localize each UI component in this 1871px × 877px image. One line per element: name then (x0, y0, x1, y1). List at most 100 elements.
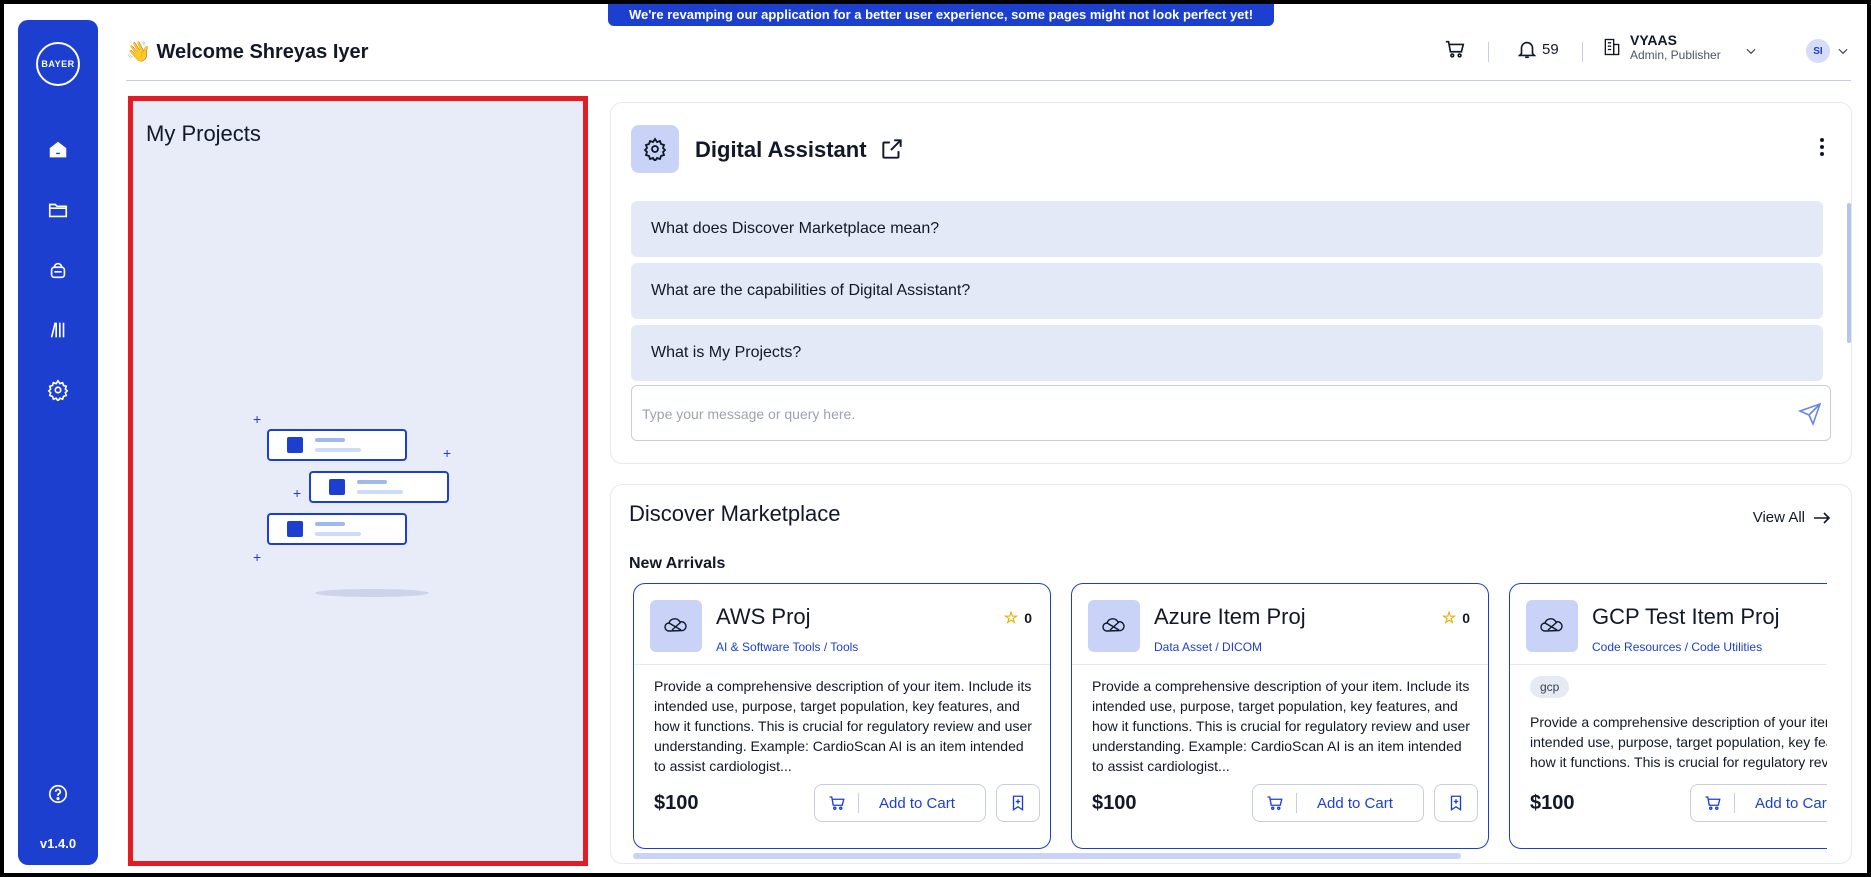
faq-scrollbar[interactable] (1847, 203, 1851, 343)
cloud-network-icon (1102, 618, 1125, 632)
folder-icon[interactable] (42, 194, 74, 226)
avatar[interactable]: SI (1806, 39, 1830, 63)
add-to-cart-button[interactable]: Add to Cart (814, 784, 986, 822)
external-link-icon[interactable] (879, 136, 905, 167)
product-price: $100 (1530, 792, 1575, 814)
faq-question[interactable]: What are the capabilities of Digital Ass… (631, 263, 1823, 319)
product-thumbnail (1526, 600, 1578, 652)
more-options-icon[interactable] (1819, 137, 1825, 162)
product-description: Provide a comprehensive description of y… (1092, 678, 1470, 774)
announcement-banner: We're revamping our application for a be… (608, 4, 1274, 26)
bookmark-plus-icon (1450, 795, 1462, 812)
app-frame: BAYER v1.4.0 We're revamping our applica… (4, 4, 1867, 873)
product-category: Code Resources / Code Utilities (1592, 640, 1763, 654)
cart-icon[interactable] (1444, 38, 1466, 65)
product-card[interactable]: Azure Item Proj Data Asset / DICOM ☆ 0 Pr… (1071, 583, 1489, 849)
add-to-cart-label: Add to Cart (1755, 794, 1827, 812)
product-category: Data Asset / DICOM (1154, 640, 1263, 654)
placeholder-card (309, 471, 449, 503)
star-icon: ☆ (1441, 610, 1457, 627)
my-projects-panel: My Projects + + + + (128, 96, 588, 866)
product-rating: ☆ 0 (1004, 608, 1032, 628)
product-thumbnail (1088, 600, 1140, 652)
my-projects-title: My Projects (146, 121, 261, 146)
notification-count: 59 (1542, 40, 1559, 58)
product-description: Provide a comprehensive description of y… (654, 678, 1032, 774)
card-divider (634, 664, 1050, 665)
star-icon: ☆ (1003, 610, 1019, 627)
app-version: v1.4.0 (39, 836, 77, 851)
placeholder-card (267, 429, 407, 461)
product-price: $100 (654, 792, 699, 814)
header-divider-line (126, 80, 1851, 81)
faq-question[interactable]: What does Discover Marketplace mean? (631, 201, 1823, 257)
bookmark-button[interactable] (996, 784, 1040, 822)
building-icon (1604, 38, 1620, 56)
plus-decoration: + (293, 485, 302, 501)
view-all-label: View All (1752, 509, 1805, 526)
add-to-cart-label: Add to Cart (1317, 794, 1393, 812)
bookmark-plus-icon (1012, 795, 1024, 812)
chevron-down-icon[interactable] (1744, 44, 1758, 63)
rating-value: 0 (1462, 610, 1470, 626)
product-thumbnail (650, 600, 702, 652)
logo-text: BAYER (41, 59, 75, 69)
header-divider (1488, 42, 1489, 62)
add-to-cart-label: Add to Cart (879, 794, 955, 812)
add-to-cart-button[interactable]: Add to Cart (1690, 784, 1827, 822)
plus-decoration: + (253, 549, 262, 565)
assistant-gear-icon (631, 125, 679, 173)
plus-decoration: + (253, 411, 262, 427)
product-carousel: AWS Proj AI & Software Tools / Tools ☆ 0 … (633, 583, 1827, 849)
product-name: Azure Item Proj (1154, 604, 1306, 629)
bookmark-button[interactable] (1434, 784, 1478, 822)
product-category: AI & Software Tools / Tools (716, 640, 859, 654)
library-icon[interactable] (42, 314, 74, 346)
bayer-logo[interactable]: BAYER (36, 42, 80, 86)
cart-plus-icon (815, 793, 859, 813)
empty-projects-illustration: + + + + (253, 411, 473, 611)
org-name: VYAAS (1630, 32, 1677, 48)
product-tag: gcp (1530, 676, 1570, 698)
arrow-right-icon (1814, 511, 1831, 524)
product-description: Provide a comprehensive description of y… (1530, 714, 1827, 770)
card-divider (1072, 664, 1488, 665)
carousel-scrollbar[interactable] (633, 853, 1461, 859)
product-card[interactable]: GCP Test Item Proj Code Resources / Code… (1509, 583, 1827, 849)
marketplace-panel: Discover Marketplace View All New Arriva… (610, 484, 1852, 864)
faq-question[interactable]: What is My Projects? (631, 325, 1823, 381)
bag-icon[interactable] (42, 254, 74, 286)
home-icon[interactable] (42, 134, 74, 166)
send-icon[interactable] (1797, 402, 1822, 431)
view-all-link[interactable]: View All (1753, 509, 1831, 526)
sidebar: BAYER v1.4.0 (18, 20, 98, 865)
chevron-down-icon[interactable] (1836, 44, 1850, 63)
card-divider (1510, 664, 1827, 665)
cart-plus-icon (1253, 793, 1297, 813)
plus-decoration: + (443, 445, 452, 461)
cart-plus-icon (1691, 793, 1735, 813)
org-role: Admin, Publisher (1630, 48, 1721, 62)
header-divider (1582, 42, 1583, 62)
product-card[interactable]: AWS Proj AI & Software Tools / Tools ☆ 0 … (633, 583, 1051, 849)
message-box (631, 385, 1831, 441)
product-name: AWS Proj (716, 604, 811, 629)
org-switcher[interactable]: VYAAS Admin, Publisher (1602, 32, 1721, 62)
section-heading: New Arrivals (629, 555, 726, 572)
cloud-network-icon (1540, 618, 1563, 632)
add-to-cart-button[interactable]: Add to Cart (1252, 784, 1424, 822)
product-name: GCP Test Item Proj (1592, 604, 1780, 629)
product-price: $100 (1092, 792, 1137, 814)
marketplace-title: Discover Marketplace (629, 501, 841, 526)
gear-icon[interactable] (42, 374, 74, 406)
notifications-button[interactable]: 59 (1516, 38, 1559, 60)
product-rating: ☆ 0 (1442, 608, 1470, 628)
help-icon[interactable] (42, 778, 74, 810)
placeholder-card (267, 513, 407, 545)
digital-assistant-panel: Digital Assistant What does Discover Mar… (610, 102, 1852, 464)
rating-value: 0 (1024, 610, 1032, 626)
welcome-heading: 👋 Welcome Shreyas Iyer (126, 41, 369, 63)
assistant-title: Digital Assistant (695, 137, 867, 162)
cloud-network-icon (664, 618, 687, 632)
message-input[interactable] (642, 402, 1742, 426)
